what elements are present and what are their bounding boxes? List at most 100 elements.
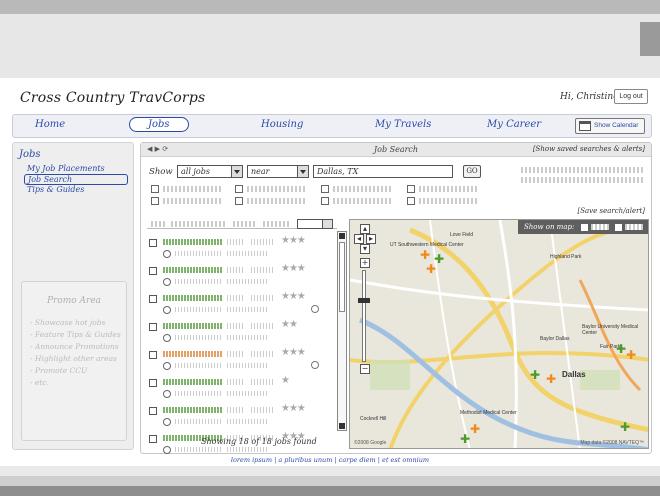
job-title-link[interactable] [163,351,223,357]
row-checkbox[interactable] [149,435,157,443]
nav-jobs[interactable]: Jobs [129,117,189,132]
map-label: Cockrell Hill [360,416,387,422]
map-marker-icon[interactable]: ✚ [546,372,556,386]
job-title-link[interactable] [163,295,223,301]
row-checkbox[interactable] [149,407,157,415]
column-header[interactable] [263,221,289,227]
nav-my-career[interactable]: My Career [487,119,541,130]
row-checkbox[interactable] [149,379,157,387]
save-search-alert-link[interactable]: [Save search/alert] [577,207,645,215]
job-type-select[interactable]: all jobs [177,165,243,178]
map-marker-icon[interactable]: ✚ [426,262,436,276]
nav-home[interactable]: Home [35,119,65,130]
proximity-select[interactable]: near [247,165,309,178]
go-button[interactable]: GO [463,165,481,178]
footer-link[interactable]: carpe diem [339,456,376,464]
scroll-up-icon[interactable] [339,233,345,239]
map-marker-icon[interactable]: ✚ [620,420,630,434]
play-icon[interactable] [163,334,171,342]
location-input[interactable]: Dallas, TX [313,165,453,178]
footer-link[interactable]: lorem ipsum [231,456,272,464]
job-title-link[interactable] [163,379,223,385]
sort-select[interactable] [297,219,333,229]
column-header[interactable] [233,221,257,227]
zoom-in-icon[interactable]: + [360,258,370,268]
zoom-slider-track[interactable] [362,270,366,362]
row-checkbox[interactable] [149,239,157,247]
play-icon[interactable] [163,250,171,258]
results-scrollbar[interactable] [337,231,347,431]
table-row[interactable]: ★★ [147,319,337,347]
filter-checkbox[interactable] [407,185,415,193]
sidebar-item-job-placements[interactable]: My Job Placements [27,164,105,173]
play-icon[interactable] [163,278,171,286]
column-header[interactable] [151,221,165,227]
job-detail-text [227,239,245,245]
table-row[interactable]: ★★★ [147,291,337,319]
info-icon[interactable] [311,361,319,369]
filter-checkbox[interactable] [235,197,243,205]
footer-link[interactable]: et est omnium [382,456,429,464]
play-icon[interactable] [163,362,171,370]
job-map[interactable]: UT Southwestern Medical Center Love Fiel… [349,219,649,449]
table-row[interactable]: ★★★ [147,403,337,431]
row-checkbox[interactable] [149,351,157,359]
scroll-down-icon[interactable] [339,423,345,429]
nav-my-travels[interactable]: My Travels [375,119,431,130]
row-checkbox[interactable] [149,295,157,303]
show-calendar-button[interactable]: Show Calendar [575,118,645,134]
play-icon[interactable] [163,418,171,426]
job-title-link[interactable] [163,323,223,329]
promo-item: - Highlight other areas [30,354,117,363]
job-title-link[interactable] [163,267,223,273]
pan-right-icon[interactable]: ▸ [366,234,376,244]
map-marker-icon[interactable]: ✚ [420,248,430,262]
play-icon[interactable] [163,446,171,454]
zoom-slider-knob[interactable] [358,298,370,303]
map-filter-checkbox[interactable] [580,223,588,231]
filter-checkbox[interactable] [321,185,329,193]
filter-checkbox[interactable] [407,197,415,205]
filter-checkbox[interactable] [151,185,159,193]
show-saved-searches-link[interactable]: [Show saved searches & alerts] [533,145,645,153]
job-detail-text [251,323,275,329]
map-marker-icon[interactable]: ✚ [460,432,470,446]
row-checkbox[interactable] [149,267,157,275]
map-filter-checkbox[interactable] [614,223,622,231]
filter-checkbox[interactable] [151,197,159,205]
zoom-out-icon[interactable]: − [360,364,370,374]
info-icon[interactable] [311,305,319,313]
job-title-link[interactable] [163,407,223,413]
sidebar-item-job-search[interactable]: Job Search [24,174,128,185]
map-marker-icon[interactable]: ✚ [470,422,480,436]
row-checkbox[interactable] [149,323,157,331]
table-row[interactable]: ★★★ [147,263,337,291]
pan-down-icon[interactable]: ▾ [360,244,370,254]
scroll-thumb[interactable] [339,242,345,312]
table-row[interactable]: ★ [147,375,337,403]
filter-label [419,186,479,192]
nav-housing[interactable]: Housing [261,119,303,130]
map-zoom-control: ▴ ◂ ▸ ▾ + − [354,222,384,374]
filter-label [163,198,223,204]
filter-checkbox[interactable] [235,185,243,193]
table-row[interactable]: ★★★ [147,235,337,263]
map-marker-icon[interactable]: ✚ [626,348,636,362]
footer-link[interactable]: a pluribus unum [278,456,332,464]
filter-checkbox[interactable] [321,197,329,205]
job-detail-text [227,351,245,357]
sidebar-item-tips-guides[interactable]: Tips & Guides [27,185,84,194]
map-marker-icon[interactable]: ✚ [616,342,626,356]
play-icon[interactable] [163,390,171,398]
play-icon[interactable] [163,306,171,314]
filter-label [333,186,393,192]
column-header[interactable] [171,221,227,227]
logout-button[interactable]: Log out [614,89,648,104]
pan-up-icon[interactable]: ▴ [360,224,370,234]
map-marker-icon[interactable]: ✚ [530,368,540,382]
table-row[interactable]: ★★★ [147,347,337,375]
job-detail-text [227,447,267,452]
job-title-link[interactable] [163,239,223,245]
job-detail-text [227,323,245,329]
pan-left-icon[interactable]: ◂ [354,234,364,244]
